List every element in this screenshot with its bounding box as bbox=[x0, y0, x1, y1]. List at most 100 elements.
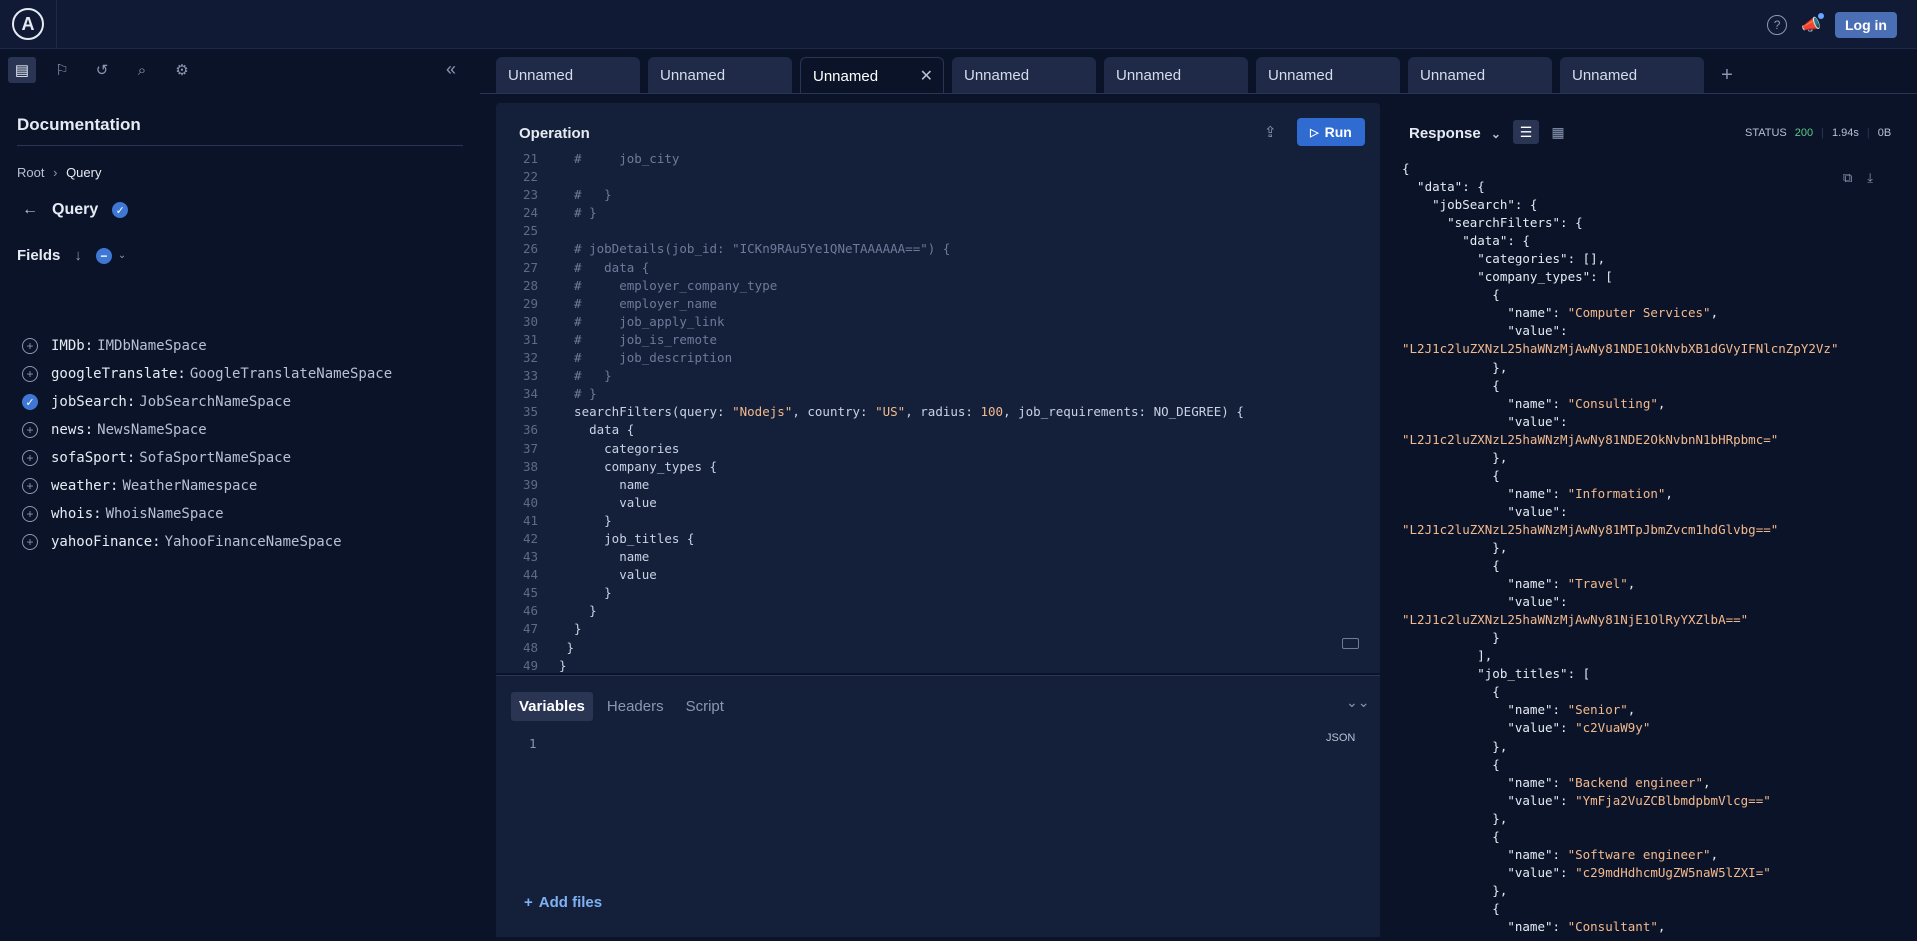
field-name: googleTranslate: bbox=[51, 366, 186, 382]
json-view-icon[interactable]: ☰ bbox=[1513, 120, 1539, 144]
operation-tab[interactable]: Unnamed bbox=[1104, 57, 1248, 93]
operation-tab[interactable]: Unnamed bbox=[496, 57, 640, 93]
add-field-icon[interactable]: + bbox=[22, 422, 38, 438]
operation-tab[interactable]: Unnamed bbox=[1408, 57, 1552, 93]
operation-tab[interactable]: Unnamed bbox=[648, 57, 792, 93]
login-button[interactable]: Log in bbox=[1835, 12, 1897, 38]
status-code: 200 bbox=[1794, 127, 1814, 139]
operation-tab[interactable]: Unnamed bbox=[952, 57, 1096, 93]
field-type[interactable]: SofaSportNameSpace bbox=[139, 450, 291, 466]
page-title: Documentation bbox=[17, 115, 141, 134]
table-view-icon[interactable]: ▦ bbox=[1545, 120, 1571, 144]
bookmark-icon[interactable]: ⚐ bbox=[48, 57, 76, 83]
json-line: "name": "Backend engineer", bbox=[1402, 774, 1711, 790]
code-line: 33 # } bbox=[496, 368, 1380, 386]
tab-headers[interactable]: Headers bbox=[599, 692, 672, 721]
add-tab-icon[interactable]: + bbox=[1712, 57, 1742, 93]
gear-icon[interactable]: ⚙ bbox=[168, 57, 196, 83]
field-item[interactable]: + googleTranslate: GoogleTranslateNameSpac… bbox=[22, 360, 392, 388]
json-line: "L2J1c2luZXNzL25haWNzMjAwNy81NDE2OkNvbnN… bbox=[1402, 431, 1779, 447]
json-line: { bbox=[1402, 558, 1500, 574]
add-files-button[interactable]: + Add files bbox=[524, 894, 602, 911]
line-number: 46 bbox=[522, 603, 538, 619]
add-field-icon[interactable]: + bbox=[22, 450, 38, 466]
history-icon[interactable]: ↺ bbox=[88, 57, 116, 83]
help-icon[interactable]: ? bbox=[1767, 15, 1788, 35]
field-type[interactable]: NewsNameSpace bbox=[97, 422, 207, 438]
add-field-icon[interactable]: + bbox=[22, 534, 38, 550]
code-text: } bbox=[559, 621, 582, 637]
json-line: }, bbox=[1402, 810, 1508, 826]
json-line: "data": { bbox=[1402, 179, 1485, 195]
field-item[interactable]: + IMDb: IMDbNameSpace bbox=[22, 332, 392, 360]
field-item[interactable]: + yahooFinance: YahooFinanceNameSpace bbox=[22, 528, 392, 556]
response-panel: Response ⌄ ☰ ▦ STATUS 200 | 1.94s | 0B {… bbox=[1380, 103, 1917, 941]
add-field-icon[interactable]: + bbox=[22, 478, 38, 494]
share-icon[interactable]: ⇪ bbox=[1264, 123, 1277, 141]
json-line: "value": bbox=[1402, 503, 1568, 519]
announcement-icon[interactable]: 📣 bbox=[1801, 13, 1824, 35]
add-field-icon[interactable]: + bbox=[22, 338, 38, 354]
close-icon[interactable]: ✕ bbox=[920, 66, 933, 86]
response-dropdown[interactable]: Response ⌄ bbox=[1409, 125, 1501, 142]
line-number: 32 bbox=[522, 350, 538, 366]
code-editor[interactable]: 21 # job_city 22 23 # } 24 # } 25 26 # jobDet… bbox=[496, 151, 1380, 676]
field-type[interactable]: IMDbNameSpace bbox=[97, 338, 207, 354]
apollo-logo[interactable]: A bbox=[12, 8, 44, 40]
check-icon[interactable]: ✓ bbox=[22, 394, 38, 410]
code-line: 49} bbox=[496, 658, 1380, 676]
download-icon[interactable]: ⤓ bbox=[1867, 170, 1873, 186]
collapse-chevron-icon[interactable]: ⌄⌄ bbox=[1346, 694, 1369, 711]
tab-variables[interactable]: Variables bbox=[511, 692, 593, 721]
json-line: { bbox=[1402, 287, 1500, 303]
code-text: } bbox=[559, 657, 567, 673]
tab-script[interactable]: Script bbox=[678, 692, 732, 721]
code-line: 26 # jobDetails(job_id: "ICKn9RAu5Ye1QNe… bbox=[496, 241, 1380, 259]
field-name: whois: bbox=[51, 506, 102, 522]
keyboard-icon[interactable] bbox=[1342, 638, 1359, 649]
documentation-icon[interactable]: ▤ bbox=[8, 57, 36, 83]
line-number: 42 bbox=[522, 530, 538, 546]
field-type[interactable]: JobSearchNameSpace bbox=[139, 394, 291, 410]
json-line: { bbox=[1402, 161, 1410, 176]
field-type[interactable]: WeatherNamespace bbox=[122, 478, 257, 494]
field-item[interactable]: + weather: WeatherNamespace bbox=[22, 472, 392, 500]
code-line: 43 name bbox=[496, 549, 1380, 567]
sort-down-icon[interactable]: ↓ bbox=[74, 247, 82, 264]
deselect-all-icon[interactable]: − bbox=[95, 247, 112, 264]
tab-label: Unnamed bbox=[1420, 67, 1486, 84]
operation-tab[interactable]: Unnamed bbox=[1560, 57, 1704, 93]
response-json[interactable]: { "data": { "jobSearch": { "searchFilter… bbox=[1402, 161, 1917, 941]
line-number: 31 bbox=[522, 331, 538, 347]
field-item[interactable]: + news: NewsNameSpace bbox=[22, 416, 392, 444]
add-field-icon[interactable]: + bbox=[22, 506, 38, 522]
code-line: 34 # } bbox=[496, 386, 1380, 404]
search-icon[interactable]: ⌕ bbox=[128, 57, 156, 83]
line-number: 37 bbox=[522, 440, 538, 456]
code-line: 23 # } bbox=[496, 187, 1380, 205]
field-item[interactable]: + sofaSport: SofaSportNameSpace bbox=[22, 444, 392, 472]
run-button[interactable]: ▷ Run bbox=[1297, 118, 1365, 146]
code-text: data { bbox=[559, 422, 635, 438]
chevron-down-icon[interactable]: ⌄ bbox=[118, 250, 126, 261]
line-number: 26 bbox=[522, 241, 538, 257]
operation-tab[interactable]: Unnamed ✕ bbox=[800, 57, 944, 93]
field-item[interactable]: ✓ jobSearch: JobSearchNameSpace bbox=[22, 388, 392, 416]
json-line: { bbox=[1402, 756, 1500, 772]
copy-icon[interactable]: ⧉ bbox=[1843, 170, 1852, 186]
back-arrow-icon[interactable]: ← bbox=[22, 201, 38, 219]
code-line: 24 # } bbox=[496, 205, 1380, 223]
field-type[interactable]: YahooFinanceNameSpace bbox=[165, 534, 342, 550]
add-field-icon[interactable]: + bbox=[22, 366, 38, 382]
tab-label: Unnamed bbox=[1572, 67, 1638, 84]
divider: | bbox=[1821, 127, 1824, 139]
line-number: 24 bbox=[522, 205, 538, 221]
operation-tab[interactable]: Unnamed bbox=[1256, 57, 1400, 93]
field-type[interactable]: WhoisNameSpace bbox=[106, 506, 224, 522]
field-item[interactable]: + whois: WhoisNameSpace bbox=[22, 500, 392, 528]
collapse-sidebar-icon[interactable]: « bbox=[446, 59, 456, 80]
breadcrumb-root[interactable]: Root bbox=[17, 165, 44, 180]
chevron-down-icon: ⌄ bbox=[1490, 127, 1501, 141]
field-type[interactable]: GoogleTranslateNameSpace bbox=[190, 366, 392, 382]
